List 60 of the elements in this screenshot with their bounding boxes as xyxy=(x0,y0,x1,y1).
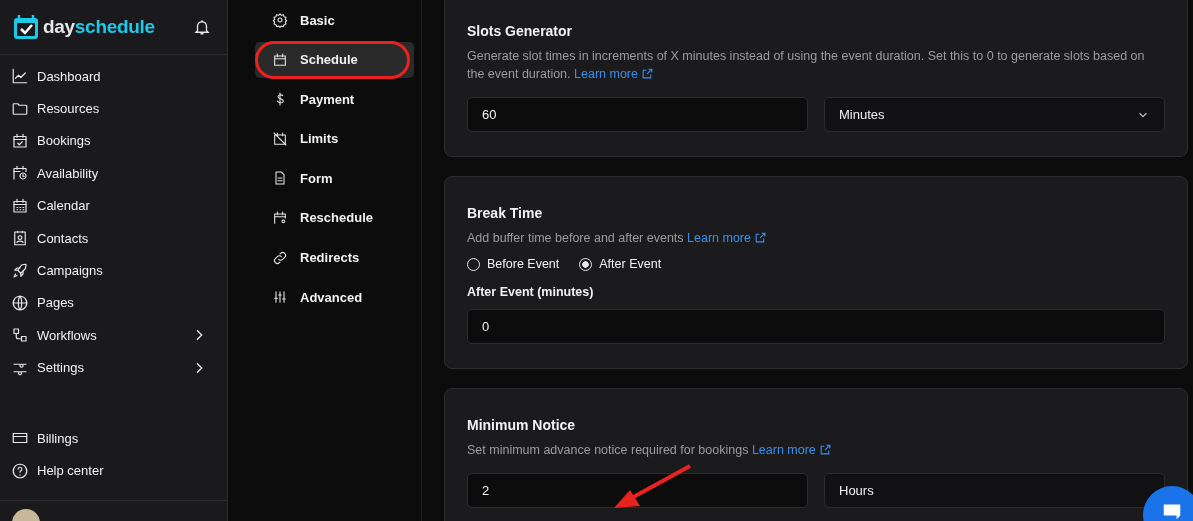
tab[interactable]: Form xyxy=(255,160,414,197)
section-title: Break Time xyxy=(467,205,544,221)
unit-select[interactable]: Hours xyxy=(824,473,1165,508)
gear-icon xyxy=(272,12,288,28)
section-description: Generate slot times in increments of X minutes instead of using the event duration. Set this to 0 to generate slots based on the event duration. Learn more xyxy=(467,48,1146,83)
calendar-off-icon xyxy=(272,130,288,147)
calendar-icon xyxy=(272,51,288,68)
calendar-grid-icon xyxy=(11,196,29,215)
nav-item[interactable]: Settings xyxy=(0,351,227,384)
external-link-icon xyxy=(641,67,655,80)
calendar-gear-icon xyxy=(272,209,288,226)
link-icon xyxy=(272,249,288,266)
learn-more-link[interactable]: Learn more xyxy=(574,67,655,81)
minutes-field[interactable]: 0 xyxy=(467,309,1165,344)
brand-name: dayschedule xyxy=(43,16,155,38)
tab[interactable]: Advanced xyxy=(255,279,414,316)
tab[interactable]: Reschedule xyxy=(255,199,414,236)
radio-label: After Event xyxy=(599,257,662,271)
rocket-icon xyxy=(11,261,29,280)
calendar-check-icon xyxy=(11,131,29,150)
workflow-icon xyxy=(11,326,29,345)
section-description: Add buffer time before and after events Learn more xyxy=(467,229,1165,247)
calendar-clock-icon xyxy=(11,164,29,183)
tab[interactable]: Basic xyxy=(255,2,414,38)
nav-item[interactable]: Help center xyxy=(0,454,227,487)
contact-icon xyxy=(11,229,29,248)
calendar-check-icon xyxy=(13,14,39,40)
help-icon xyxy=(11,461,29,480)
nav-item[interactable]: Contacts xyxy=(0,221,227,255)
number-field[interactable]: 2 xyxy=(467,473,808,508)
globe-icon xyxy=(11,293,29,312)
nav-item[interactable]: Dashboard xyxy=(0,60,227,93)
section-title: Slots Generator xyxy=(467,23,574,39)
external-link-icon xyxy=(754,231,768,244)
nav-item[interactable]: Availability xyxy=(0,157,227,190)
chart-icon xyxy=(11,67,29,86)
tab[interactable]: Limits xyxy=(255,120,414,157)
nav-item[interactable]: Bookings xyxy=(0,124,227,158)
nav-item[interactable]: Calendar xyxy=(0,189,227,222)
tab[interactable]: Schedule xyxy=(255,41,414,78)
unit-select[interactable]: Minutes xyxy=(824,97,1165,132)
field-label: After Event (minutes) xyxy=(467,285,595,299)
radio-button[interactable] xyxy=(579,257,593,271)
learn-more-link[interactable]: Learn more xyxy=(687,231,768,245)
section-title: Minimum Notice xyxy=(467,417,577,433)
nav-item[interactable]: Campaigns xyxy=(0,254,227,287)
nav-item[interactable]: Pages xyxy=(0,286,227,320)
learn-more-link[interactable]: Learn more xyxy=(751,443,833,457)
file-icon xyxy=(272,170,288,187)
tab[interactable]: Payment xyxy=(255,81,414,118)
nav-item[interactable]: Billings xyxy=(0,422,227,455)
radio-label: Before Event xyxy=(487,257,560,271)
bell-icon[interactable] xyxy=(193,18,211,36)
number-field[interactable]: 60 xyxy=(467,97,808,132)
section-description: Set minimum advance notice required for bookings Learn more xyxy=(467,441,1165,459)
nav-item[interactable]: Resources xyxy=(0,92,227,125)
tab[interactable]: Redirects xyxy=(255,239,414,276)
mixer-icon xyxy=(272,289,288,306)
external-link-icon xyxy=(819,443,833,456)
nav-item[interactable]: Workflows xyxy=(0,319,227,352)
